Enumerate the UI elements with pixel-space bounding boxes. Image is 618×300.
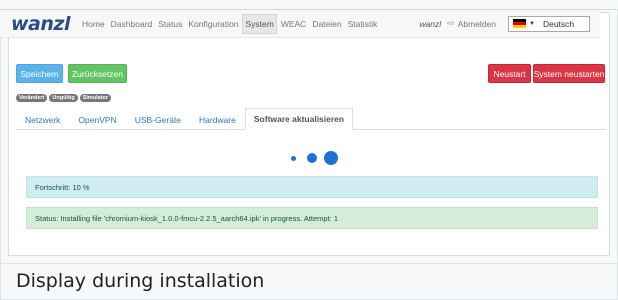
progress-text: Fortschritt: 10 % (35, 182, 90, 192)
language-select[interactable]: ▼ Deutsch (508, 15, 590, 32)
username: wanzl (419, 18, 442, 29)
tab-openvpn[interactable]: OpenVPN (69, 111, 125, 129)
logout-label: Abmelden (457, 18, 496, 29)
status-text: Status: Installing file 'chromium-kiosk_… (35, 213, 339, 223)
language-label: Deutsch (542, 18, 575, 29)
brand-logo[interactable]: wanzl (11, 13, 70, 35)
reset-button[interactable]: Zurücksetzen (68, 64, 127, 83)
loading-spinner-dot-large (324, 151, 338, 165)
status-badges: Verändert Ungültig Simulator (16, 94, 113, 102)
nav-home[interactable]: Home (80, 15, 107, 33)
nav-konfiguration[interactable]: Konfiguration (186, 15, 240, 33)
top-edge (0, 0, 618, 10)
badge-invalid: Ungültig (49, 94, 78, 102)
badge-simulator: Simulator (79, 94, 112, 102)
tab-bar: Netzwerk OpenVPN USB-Geräte Hardware Sof… (16, 108, 606, 130)
navbar-right: wanzl ⇨ Abmelden ▼ Deutsch (419, 15, 600, 32)
tab-hardware[interactable]: Hardware (190, 111, 245, 129)
german-flag-icon (513, 19, 526, 28)
progress-alert: Fortschritt: 10 % (26, 176, 598, 198)
loading-spinner-dot-medium (307, 153, 317, 163)
navbar: wanzl Home Dashboard Status Konfiguratio… (0, 10, 600, 38)
nav-dashboard[interactable]: Dashboard (109, 15, 155, 33)
image-caption: Display during installation (16, 270, 265, 292)
nav-status[interactable]: Status (156, 15, 184, 33)
save-button[interactable]: Speichern (16, 64, 63, 83)
logout-link[interactable]: ⇨ Abmelden (447, 18, 496, 29)
tab-software-aktualisieren[interactable]: Software aktualisieren (244, 108, 354, 130)
nav-statistik[interactable]: Statistik (346, 15, 380, 33)
restart-button[interactable]: Neustart (488, 64, 531, 83)
loading-spinner-dot-small (291, 156, 296, 161)
chevron-down-icon: ▼ (529, 20, 535, 27)
system-restart-button[interactable]: System neustarten (533, 64, 605, 83)
status-alert: Status: Installing file 'chromium-kiosk_… (26, 207, 598, 229)
nav-dateien[interactable]: Dateien (310, 15, 343, 33)
sign-out-icon: ⇨ (447, 18, 455, 28)
divider (0, 263, 618, 264)
badge-modified: Verändert (16, 94, 48, 102)
tab-netzwerk[interactable]: Netzwerk (16, 111, 69, 129)
nav-weac[interactable]: WEAC (279, 15, 309, 33)
nav-system[interactable]: System (242, 13, 277, 34)
tab-usb-geraete[interactable]: USB-Geräte (126, 111, 190, 129)
